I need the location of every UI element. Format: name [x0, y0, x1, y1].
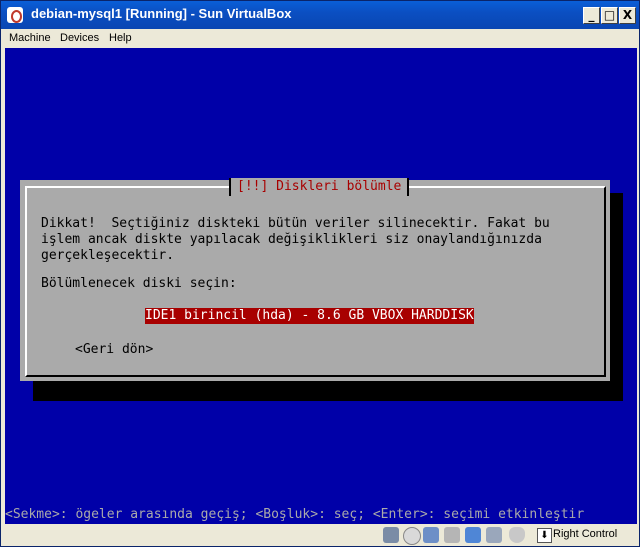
status-bar: ⬇ Right Control — [1, 524, 639, 546]
host-key-label: Right Control — [553, 528, 618, 540]
window-title: debian-mysql1 [Running] - Sun VirtualBox — [31, 6, 292, 21]
menu-machine[interactable]: Machine — [9, 32, 51, 44]
keyboard-help-line: <Sekme>: ögeler arasında geçiş; <Boşluk>… — [5, 507, 585, 522]
disk-option-selected[interactable]: IDE1 birincil (hda) - 8.6 GB VBOX HARDDI… — [145, 308, 474, 324]
vm-screen[interactable]: [!!] Diskleri bölümle Dikkat! Seçtiğiniz… — [5, 48, 637, 524]
shared-folder-icon[interactable] — [465, 527, 481, 543]
host-key-icon: ⬇ — [537, 528, 552, 543]
dialog-title: [!!] Diskleri bölümle — [229, 178, 410, 196]
mouse-icon[interactable] — [509, 527, 525, 543]
menu-help[interactable]: Help — [109, 32, 132, 44]
partition-dialog: [!!] Diskleri bölümle Dikkat! Seçtiğiniz… — [20, 178, 610, 381]
dialog-frame: [!!] Diskleri bölümle Dikkat! Seçtiğiniz… — [25, 178, 606, 377]
network-icon[interactable] — [423, 527, 439, 543]
cd-icon[interactable] — [403, 527, 421, 545]
warning-message: Dikkat! Seçtiğiniz diskteki bütün verile… — [41, 216, 550, 263]
back-button[interactable]: <Geri dön> — [75, 342, 153, 358]
display-icon[interactable] — [486, 527, 502, 543]
close-button[interactable]: X — [619, 7, 636, 24]
virtualbox-window: debian-mysql1 [Running] - Sun VirtualBox… — [0, 0, 640, 547]
menu-bar: Machine Devices Help — [1, 29, 639, 48]
hard-disk-icon[interactable] — [383, 527, 399, 543]
maximize-button[interactable]: □ — [601, 7, 618, 24]
menu-devices[interactable]: Devices — [60, 32, 99, 44]
virtualbox-app-icon[interactable] — [7, 7, 23, 23]
title-bar[interactable]: debian-mysql1 [Running] - Sun VirtualBox… — [1, 1, 639, 29]
minimize-button[interactable]: _ — [583, 7, 600, 24]
disk-select-prompt: Bölümlenecek diski seçin: — [41, 276, 237, 291]
usb-icon[interactable] — [444, 527, 460, 543]
